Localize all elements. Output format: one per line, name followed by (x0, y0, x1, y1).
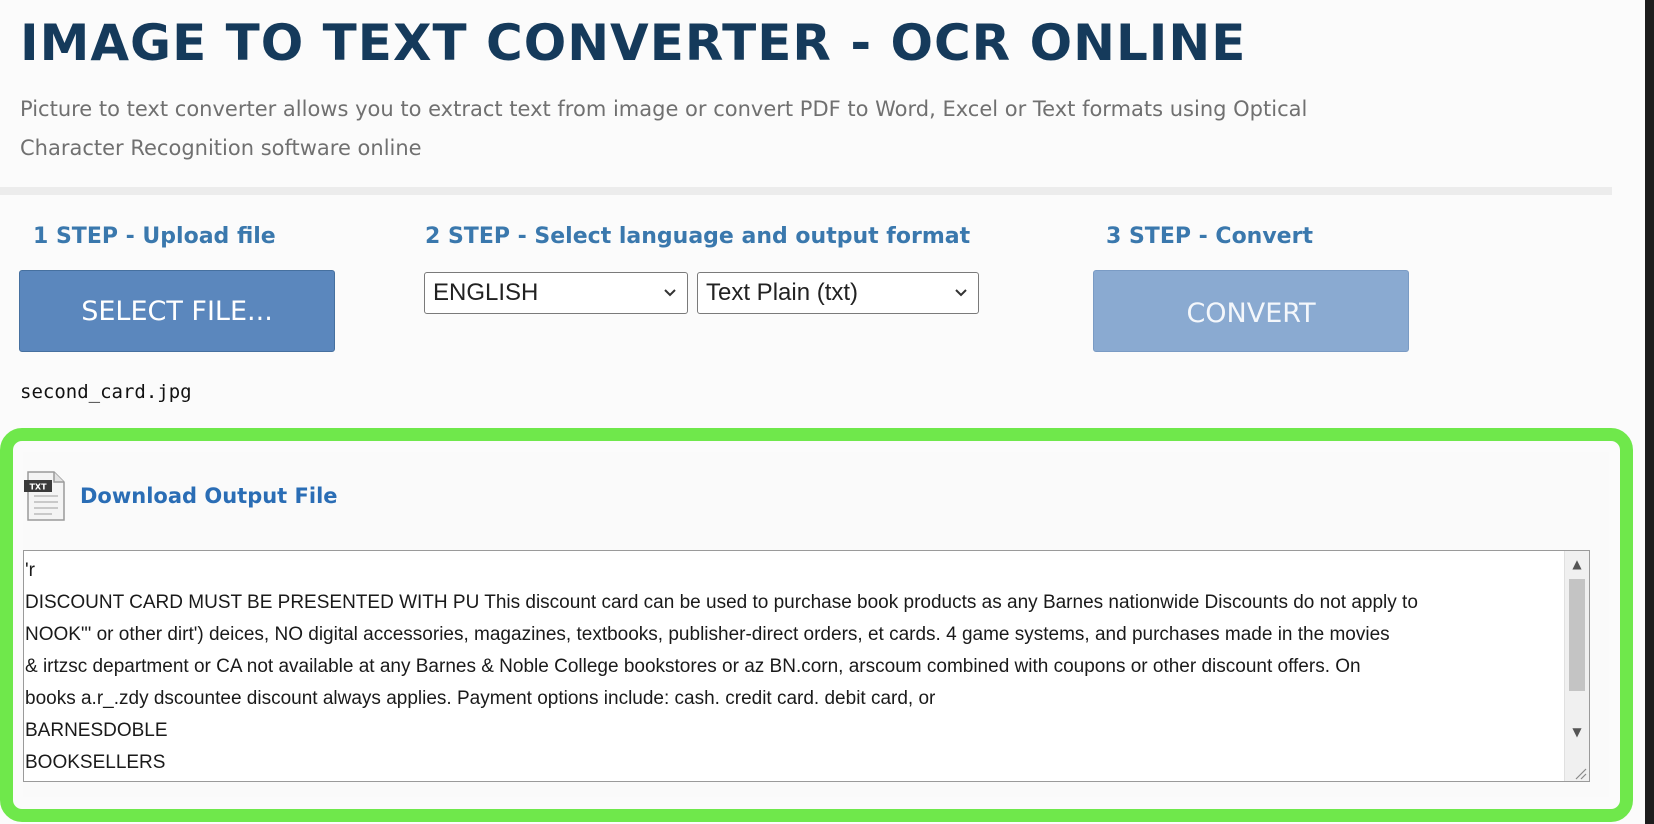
format-select[interactable]: Text Plain (txt) (697, 272, 979, 314)
step1-label: 1 STEP - Upload file (33, 224, 276, 249)
page-subtitle: Picture to text converter allows you to … (20, 97, 1308, 160)
ocr-page: IMAGE TO TEXT CONVERTER - OCR ONLINE Pic… (0, 0, 1645, 824)
chevron-down-icon (954, 273, 968, 329)
section-divider (0, 187, 1612, 195)
select-file-button[interactable]: SELECT FILE... (19, 270, 335, 352)
convert-button[interactable]: CONVERT (1093, 270, 1409, 352)
language-select[interactable]: ENGLISH (424, 272, 688, 314)
step2-label: 2 STEP - Select language and output form… (425, 224, 971, 249)
language-select-value: ENGLISH (433, 279, 539, 306)
chevron-down-icon (663, 273, 677, 329)
format-select-value: Text Plain (txt) (706, 279, 859, 306)
highlight-frame (0, 428, 1633, 822)
page-title: IMAGE TO TEXT CONVERTER - OCR ONLINE (20, 14, 1247, 72)
step3-label: 3 STEP - Convert (1106, 224, 1313, 249)
uploaded-filename: second_card.jpg (20, 381, 192, 403)
